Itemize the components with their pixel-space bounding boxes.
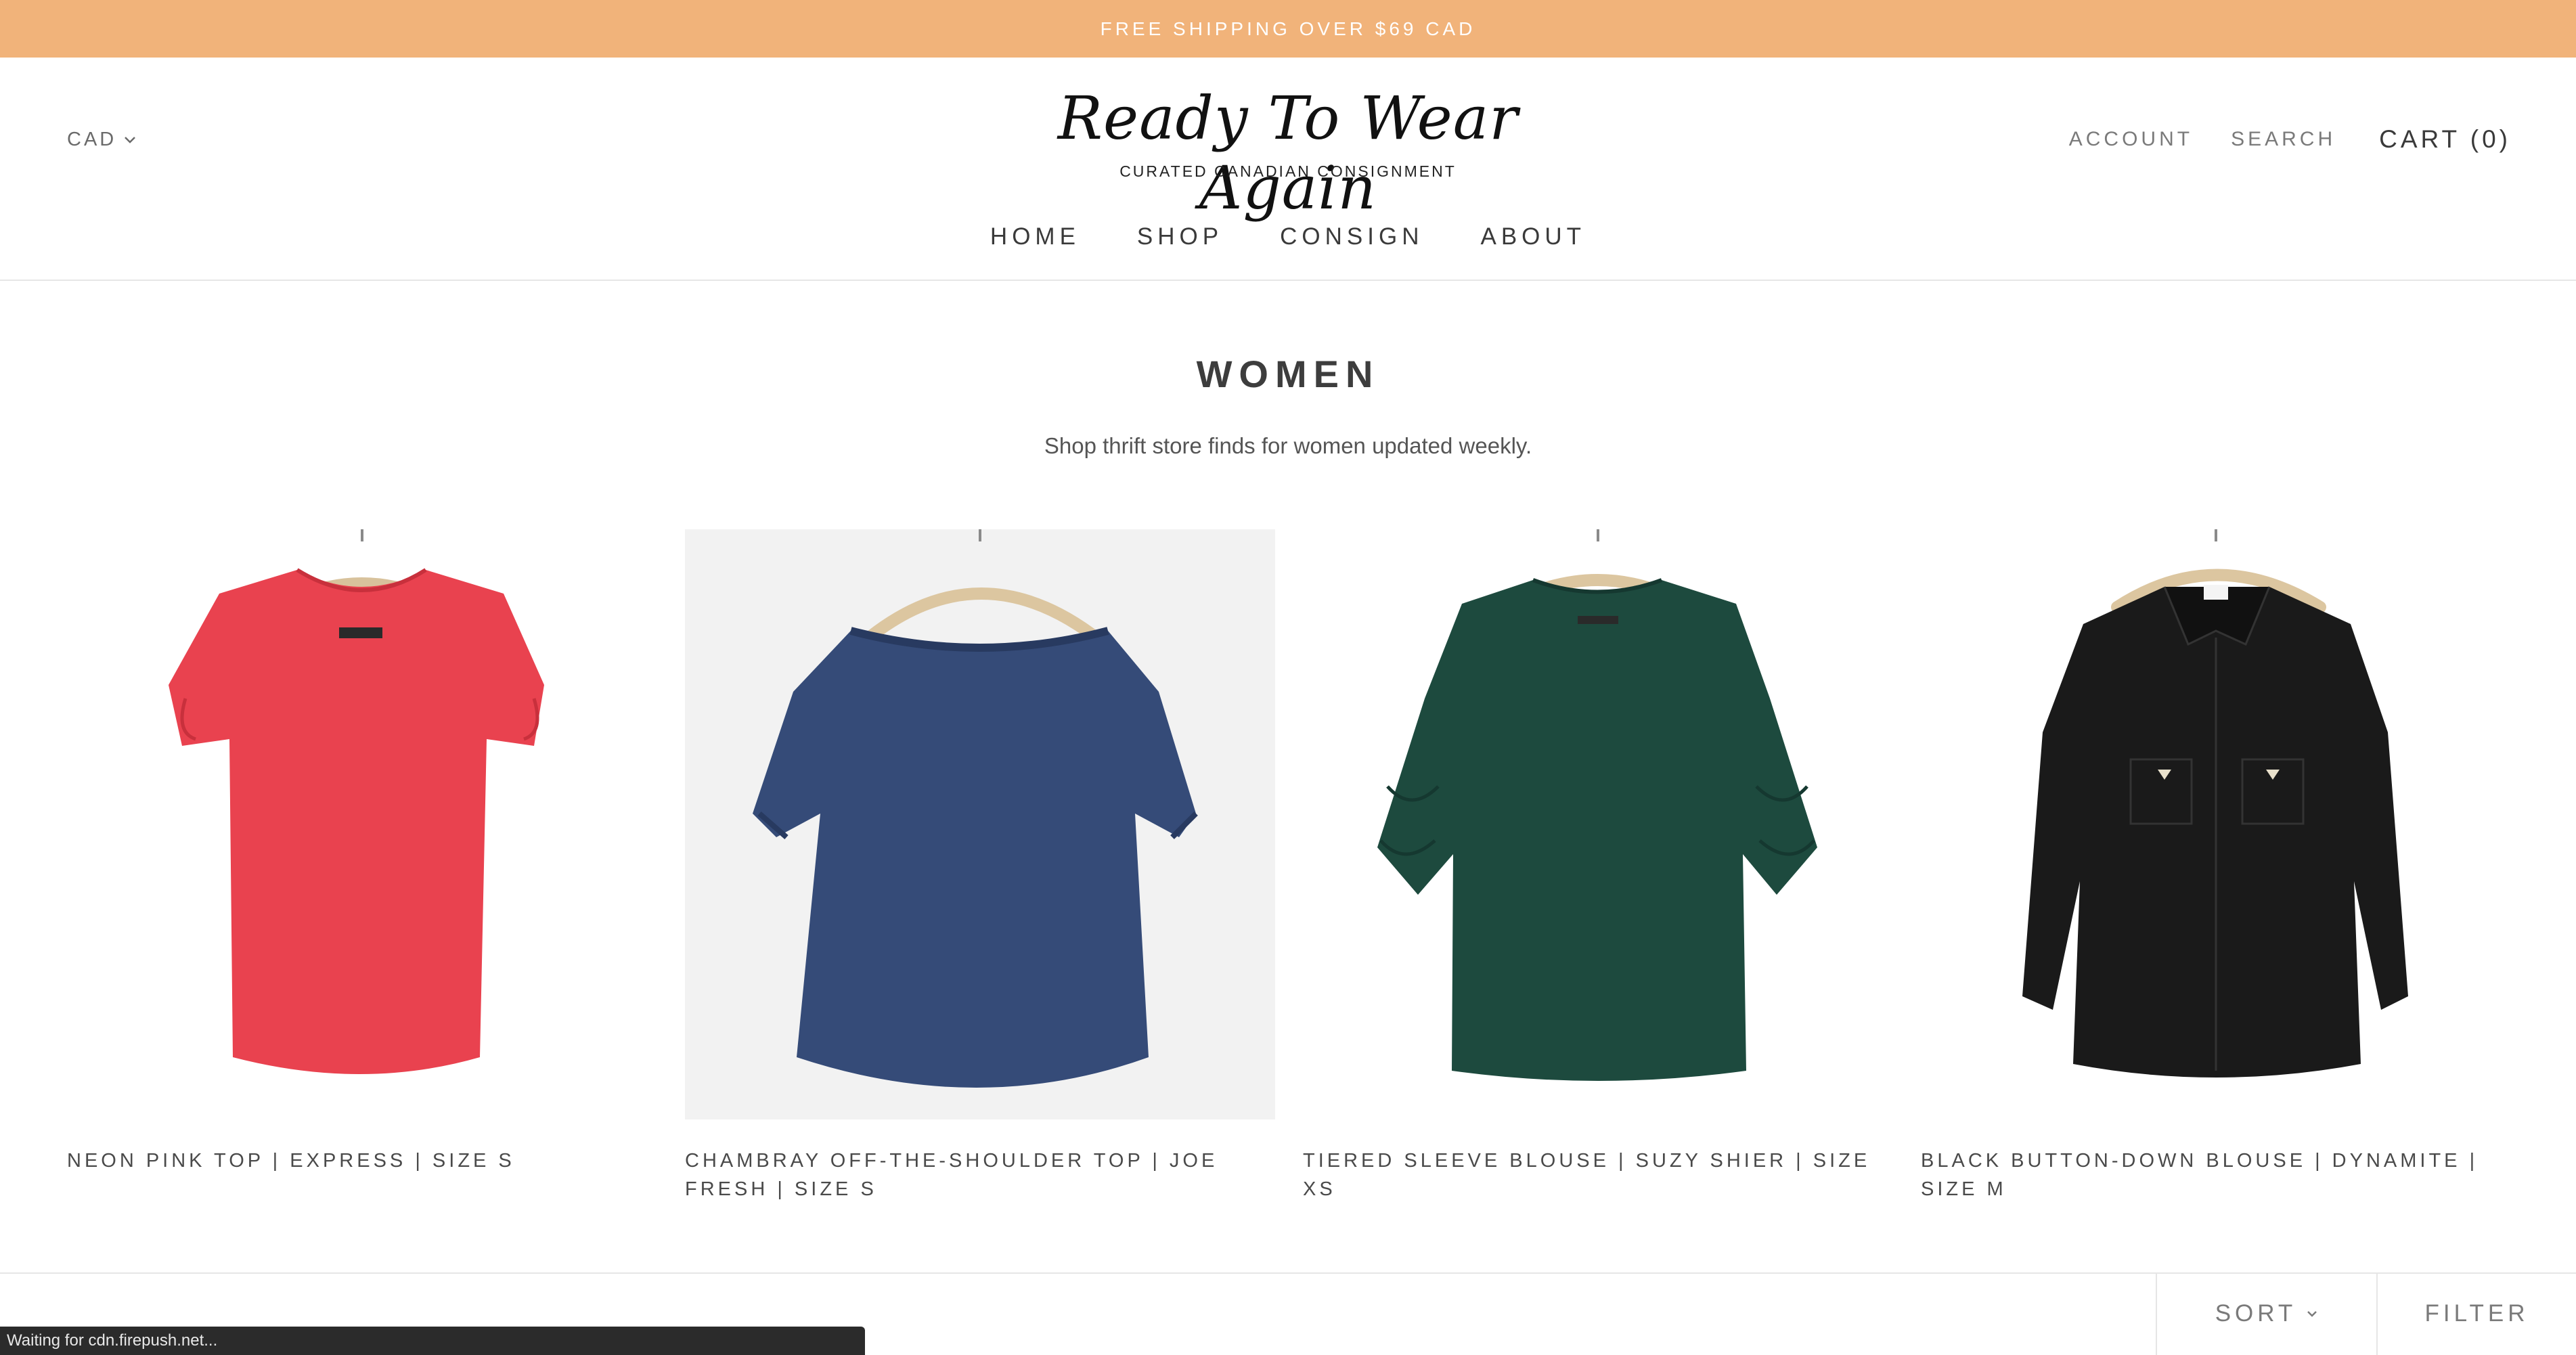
product-title[interactable]: CHAMBRAY OFF-THE-SHOULDER TOP | JOE FRES… <box>685 1147 1275 1203</box>
chevron-down-icon <box>2307 1311 2317 1317</box>
filter-label: FILTER <box>2424 1300 2529 1327</box>
product-title[interactable]: BLACK BUTTON-DOWN BLOUSE | DYNAMITE | SI… <box>1921 1147 2511 1203</box>
nav-item-shop[interactable]: SHOP <box>1137 223 1223 250</box>
pink-top-image <box>169 529 544 1074</box>
collection-title: WOMEN <box>1196 353 1380 395</box>
site-header: CAD Ready To Wear Again CURATED CANADIAN… <box>0 58 2576 281</box>
product-image[interactable] <box>685 529 1275 1119</box>
main-nav: HOME SHOP CONSIGN ABOUT <box>0 223 2576 250</box>
currency-selector[interactable]: CAD <box>67 129 137 151</box>
search-link[interactable]: SEARCH <box>2231 128 2336 151</box>
filter-button[interactable]: FILTER <box>2376 1272 2576 1355</box>
green-blouse-shape <box>1377 580 1817 1081</box>
black-blouse-image <box>2022 529 2408 1078</box>
product-image[interactable] <box>67 529 657 1119</box>
product-card[interactable]: NEON PINK TOP | EXPRESS | SIZE S <box>67 529 657 1175</box>
product-card[interactable]: TIERED SLEEVE BLOUSE | SUZY SHIER | SIZE… <box>1303 529 1893 1203</box>
product-image[interactable] <box>1921 529 2511 1119</box>
chevron-down-icon <box>125 136 136 143</box>
nav-item-about[interactable]: ABOUT <box>1480 223 1586 250</box>
green-blouse-image <box>1377 529 1817 1081</box>
site-logo[interactable]: Ready To Wear Again CURATED CANADIAN CON… <box>1051 83 1525 223</box>
collection-description: Shop thrift store finds for women update… <box>1044 433 1532 458</box>
logo-tagline: CURATED CANADIAN CONSIGNMENT <box>1119 162 1457 180</box>
product-title[interactable]: TIERED SLEEVE BLOUSE | SUZY SHIER | SIZE… <box>1303 1147 1893 1203</box>
announcement-bar: FREE SHIPPING OVER $69 CAD <box>0 0 2576 58</box>
account-link[interactable]: ACCOUNT <box>2069 128 2193 151</box>
status-text: Waiting for cdn.firepush.net... <box>7 1331 218 1350</box>
product-card[interactable]: BLACK BUTTON-DOWN BLOUSE | DYNAMITE | SI… <box>1921 529 2511 1203</box>
nav-item-home[interactable]: HOME <box>990 223 1080 250</box>
chambray-top-shape <box>753 631 1196 1088</box>
sort-filter-bar: SORT FILTER <box>2156 1272 2576 1355</box>
product-image[interactable] <box>1303 529 1893 1119</box>
logo-text: Ready To Wear Again <box>1057 83 1519 223</box>
sort-label: SORT <box>2215 1300 2297 1327</box>
nav-item-consign[interactable]: CONSIGN <box>1280 223 1423 250</box>
chambray-top-image <box>685 529 1275 1119</box>
product-title[interactable]: NEON PINK TOP | EXPRESS | SIZE S <box>67 1147 657 1175</box>
announcement-text: FREE SHIPPING OVER $69 CAD <box>1100 18 1476 39</box>
pink-top-shape <box>169 570 544 1074</box>
browser-status-bar: Waiting for cdn.firepush.net... <box>0 1327 865 1355</box>
header-actions: ACCOUNT SEARCH CART (0) <box>2031 125 2511 154</box>
cart-link[interactable]: CART (0) <box>2379 125 2511 154</box>
currency-label: CAD <box>67 129 117 150</box>
sort-button[interactable]: SORT <box>2156 1272 2376 1355</box>
product-card[interactable]: CHAMBRAY OFF-THE-SHOULDER TOP | JOE FRES… <box>685 529 1275 1203</box>
product-grid: NEON PINK TOP | EXPRESS | SIZE S CHAMBRA… <box>67 529 2511 1220</box>
